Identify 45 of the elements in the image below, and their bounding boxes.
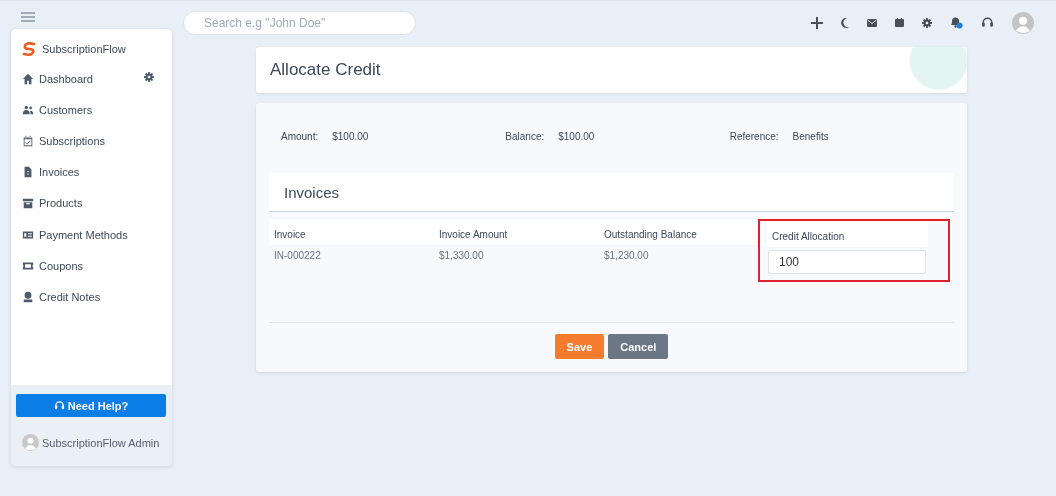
field-value: Benefits	[792, 131, 829, 144]
cancel-button[interactable]: Cancel	[608, 334, 669, 359]
logo-icon	[22, 42, 36, 56]
search-field[interactable]: Search e.g "John Doe"	[183, 10, 416, 35]
headset-icon	[53, 400, 65, 411]
nav-link[interactable]: Products	[39, 197, 83, 210]
help-button[interactable]: Need Help?	[16, 394, 166, 417]
column-header: Credit Allocation	[767, 221, 928, 247]
document-icon	[22, 166, 34, 179]
box-icon	[22, 197, 34, 210]
nav-link[interactable]: Coupons	[39, 259, 84, 272]
table-cell-text: IN-000222	[273, 249, 322, 263]
moon-icon[interactable]	[841, 17, 849, 28]
table-cell-text: $1,330.00	[438, 249, 485, 263]
field-label: Balance:	[505, 131, 545, 144]
settings-icon[interactable]	[922, 17, 932, 28]
section-title: Invoices	[284, 183, 340, 201]
people-icon	[22, 103, 34, 116]
field-label: Amount:	[281, 131, 319, 144]
brand-name: SubscriptionFlow	[42, 43, 126, 55]
nav-link[interactable]: Credit Notes	[39, 290, 101, 303]
home-icon	[22, 72, 34, 85]
mail-icon[interactable]	[867, 18, 877, 27]
input-field[interactable]: 100	[768, 250, 926, 274]
headset-icon[interactable]	[981, 16, 994, 29]
field-label: Reference:	[729, 131, 779, 144]
column-header: Outstanding Balance	[599, 219, 764, 245]
column-header: Invoice Amount	[434, 219, 599, 245]
calendar-check-icon	[22, 134, 34, 147]
nav-link[interactable]: Payment Methods	[39, 228, 128, 241]
nav-link[interactable]: Dashboard	[39, 72, 93, 85]
settings-icon[interactable]	[144, 72, 154, 82]
calendar-icon[interactable]	[895, 18, 904, 27]
column-header: Invoice	[269, 219, 434, 245]
field-value: $100.00	[558, 131, 595, 144]
field-value: $100.00	[332, 131, 369, 144]
page-title: Allocate Credit	[270, 60, 381, 80]
nav-link[interactable]: Invoices	[39, 166, 80, 179]
bell-icon[interactable]	[950, 16, 963, 29]
table-cell-text: $1,230.00	[603, 249, 650, 263]
avatar-icon	[22, 434, 39, 451]
plus-icon[interactable]	[811, 16, 823, 29]
user-name: SubscriptionFlow Admin	[42, 436, 160, 449]
nav-link[interactable]: Customers	[39, 103, 93, 116]
nav-link[interactable]: Subscriptions	[39, 134, 106, 147]
